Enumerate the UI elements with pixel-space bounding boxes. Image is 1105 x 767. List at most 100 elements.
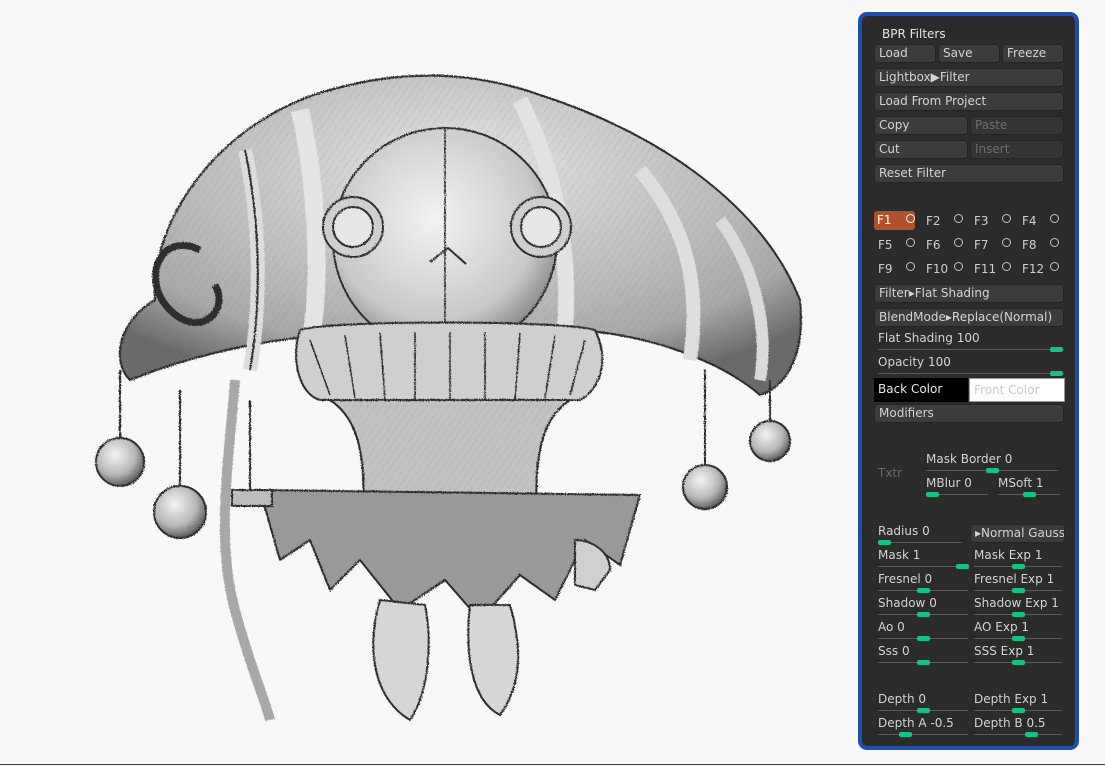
filter-slot-f8[interactable]: F8 [1018, 235, 1061, 255]
render-canvas[interactable] [0, 0, 855, 767]
fresnel-slider[interactable]: Fresnel 0 [878, 570, 968, 593]
reset-filter-button[interactable]: Reset Filter [874, 164, 1064, 183]
radio-icon [954, 214, 963, 223]
filter-slot-f10[interactable]: F10 [922, 259, 965, 279]
back-color-swatch[interactable]: Back Color [874, 378, 968, 402]
filter-slot-f3[interactable]: F3 [970, 211, 1013, 231]
radio-icon [1050, 238, 1059, 247]
filter-slot-label: F7 [974, 238, 989, 252]
txtr-label[interactable]: Txtr [878, 466, 902, 480]
depth-a-slider[interactable]: Depth A -0.5 [878, 714, 968, 737]
save-button[interactable]: Save [938, 44, 1000, 63]
palette-title[interactable]: BPR Filters [882, 27, 946, 41]
slider-label: Shadow 0 [878, 596, 937, 610]
filter-slot-f11[interactable]: F11 [970, 259, 1013, 279]
filter-slot-label: F9 [878, 262, 893, 276]
msoft-slider[interactable]: MSoft 1 [998, 474, 1060, 497]
slider-thumb[interactable] [926, 492, 939, 497]
slider-label: Depth Exp 1 [974, 692, 1049, 706]
slider-thumb[interactable] [899, 732, 912, 737]
slider-thumb[interactable] [1012, 588, 1025, 593]
depth-exp-slider[interactable]: Depth Exp 1 [974, 690, 1062, 713]
opacity-slider[interactable]: Opacity 100 [878, 353, 1063, 376]
slider-thumb[interactable] [1025, 732, 1039, 737]
slider-thumb[interactable] [956, 564, 969, 569]
filter-slot-label: F12 [1022, 262, 1045, 276]
filter-slot-f2[interactable]: F2 [922, 211, 965, 231]
slider-thumb[interactable] [1012, 612, 1025, 617]
mask-exp-slider[interactable]: Mask Exp 1 [974, 546, 1062, 569]
slider-label: Fresnel 0 [878, 572, 933, 586]
filter-slot-label: F11 [974, 262, 997, 276]
lightbox-filter-button[interactable]: Lightbox▶Filter [874, 68, 1064, 87]
slider-label: Radius 0 [878, 524, 930, 538]
radio-icon [1002, 214, 1011, 223]
slider-label: Depth 0 [878, 692, 927, 706]
filter-slot-f5[interactable]: F5 [874, 235, 917, 255]
filter-slot-f9[interactable]: F9 [874, 259, 917, 279]
modifiers-button[interactable]: Modifiers [874, 404, 1064, 423]
filter-slot-label: F2 [926, 214, 941, 228]
load-from-project-button[interactable]: Load From Project [874, 92, 1064, 111]
radio-icon [1050, 214, 1059, 223]
slider-thumb[interactable] [917, 660, 930, 665]
slider-thumb[interactable] [1023, 492, 1036, 497]
mblur-slider[interactable]: MBlur 0 [926, 474, 988, 497]
filter-type-dropdown[interactable]: Filter▸Flat Shading [874, 284, 1064, 303]
filter-slot-f6[interactable]: F6 [922, 235, 965, 255]
slider-thumb[interactable] [986, 468, 999, 473]
slider-thumb[interactable] [917, 708, 930, 713]
filter-slot-label: F5 [878, 238, 893, 252]
filter-slot-label: F4 [1022, 214, 1037, 228]
filter-slot-f7[interactable]: F7 [970, 235, 1013, 255]
sss-slider[interactable]: Sss 0 [878, 642, 968, 665]
slider-label: Opacity 100 [878, 355, 951, 369]
slider-label: Flat Shading 100 [878, 331, 980, 345]
slider-thumb[interactable] [878, 540, 891, 545]
slider-track [878, 734, 968, 735]
slider-label: Sss 0 [878, 644, 910, 658]
filter-slot-f12[interactable]: F12 [1018, 259, 1061, 279]
slider-label: Mask 1 [878, 548, 921, 562]
filter-slot-label: F8 [1022, 238, 1037, 252]
radio-icon [906, 262, 915, 271]
paste-button[interactable]: Paste [970, 116, 1064, 135]
mask-slider[interactable]: Mask 1 [878, 546, 969, 569]
slider-thumb[interactable] [1050, 347, 1063, 352]
slider-thumb[interactable] [1012, 660, 1025, 665]
mask-border-slider[interactable]: Mask Border 0 [926, 450, 1058, 473]
cut-button[interactable]: Cut [874, 140, 968, 159]
ao-slider[interactable]: Ao 0 [878, 618, 968, 641]
slider-thumb[interactable] [1050, 371, 1063, 376]
slider-thumb[interactable] [1012, 564, 1025, 569]
depth-slider[interactable]: Depth 0 [878, 690, 968, 713]
slider-thumb[interactable] [1012, 636, 1025, 641]
jester-sketch-image [95, 74, 802, 722]
depth-b-slider[interactable]: Depth B 0.5 [974, 714, 1062, 737]
sss-exp-slider[interactable]: SSS Exp 1 [974, 642, 1062, 665]
normal-gauss-dropdown[interactable]: ▸Normal Gauss [970, 524, 1065, 543]
blendmode-dropdown[interactable]: BlendMode▸Replace(Normal) [874, 308, 1064, 327]
copy-button[interactable]: Copy [874, 116, 968, 135]
front-color-swatch[interactable]: Front Color [969, 378, 1065, 402]
slider-thumb[interactable] [917, 588, 930, 593]
freeze-button[interactable]: Freeze [1002, 44, 1064, 63]
ao-exp-slider[interactable]: AO Exp 1 [974, 618, 1062, 641]
filter-slot-f4[interactable]: F4 [1018, 211, 1061, 231]
load-button[interactable]: Load [874, 44, 936, 63]
shadow-slider[interactable]: Shadow 0 [878, 594, 968, 617]
slider-thumb[interactable] [917, 612, 930, 617]
fresnel-exp-slider[interactable]: Fresnel Exp 1 [974, 570, 1062, 593]
slider-label: MBlur 0 [926, 476, 972, 490]
filter-slot-f1[interactable]: F1 [874, 211, 917, 231]
slider-label: Fresnel Exp 1 [974, 572, 1055, 586]
slider-thumb[interactable] [1012, 708, 1025, 713]
canvas-bottom-border [0, 764, 1105, 765]
shadow-exp-slider[interactable]: Shadow Exp 1 [974, 594, 1062, 617]
slider-label: SSS Exp 1 [974, 644, 1035, 658]
radius-slider[interactable]: Radius 0 [878, 522, 962, 545]
insert-button[interactable]: Insert [970, 140, 1064, 159]
slider-thumb[interactable] [917, 636, 930, 641]
flat-shading-slider[interactable]: Flat Shading 100 [878, 329, 1063, 352]
slider-label: MSoft 1 [998, 476, 1044, 490]
